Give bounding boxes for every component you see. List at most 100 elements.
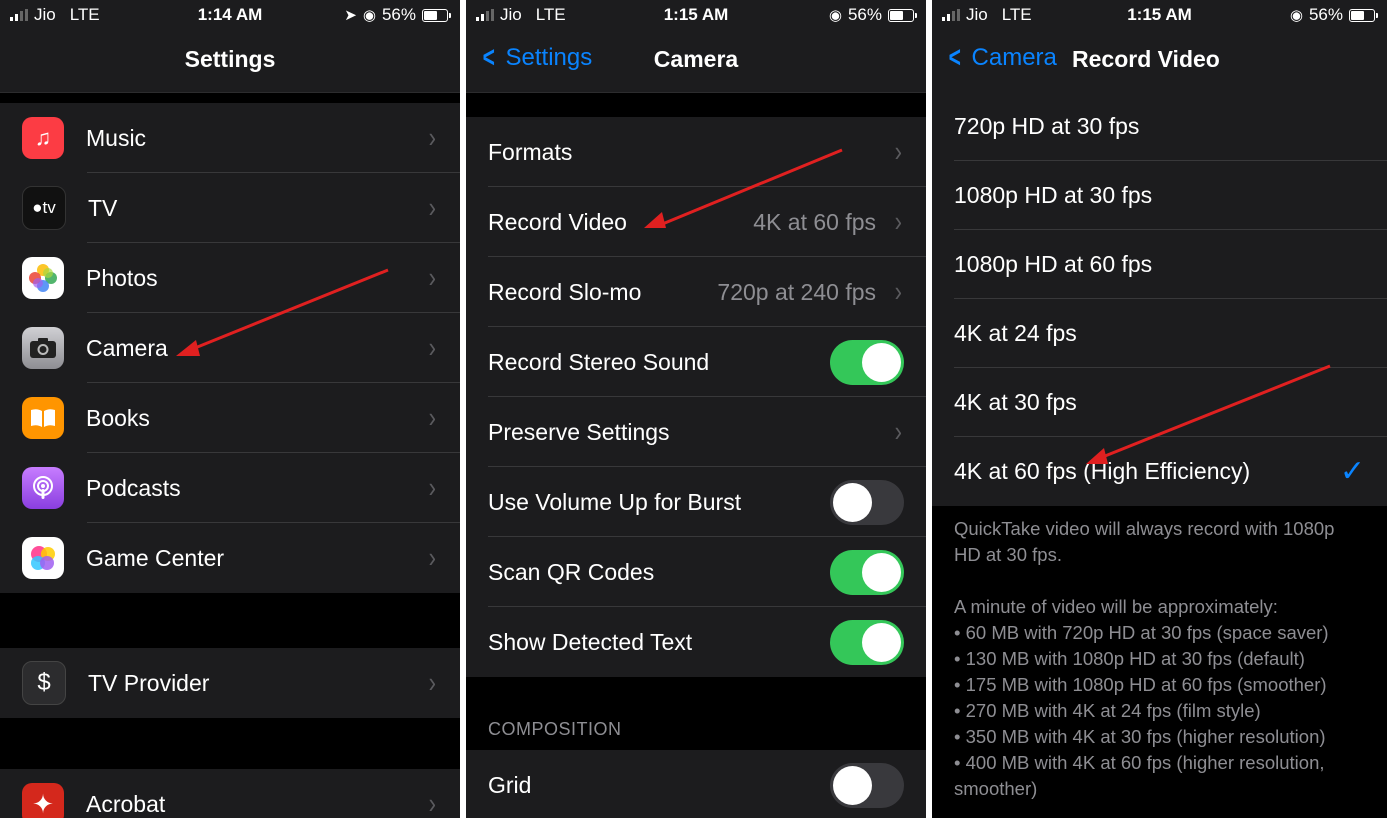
rotation-lock-icon: ◉ (1289, 7, 1303, 24)
apple-tv-icon: ●tv (22, 186, 66, 230)
chevron-right-icon: › (428, 471, 436, 504)
row-label: Record Stereo Sound (488, 348, 710, 375)
chevron-left-icon: < (948, 41, 961, 74)
volume-burst-toggle[interactable] (830, 479, 904, 525)
chevron-right-icon: › (428, 331, 436, 364)
stereo-sound-toggle[interactable] (830, 339, 904, 385)
quicktake-note: QuickTake video will always record with … (954, 518, 1335, 565)
nav-bar: Record Video < Camera (932, 30, 1387, 93)
option-label: 4K at 24 fps (954, 320, 1077, 346)
settings-item-label: Photos (86, 264, 158, 291)
camera-row-detected-text: Show Detected Text (466, 607, 926, 677)
settings-item-label: Acrobat (86, 790, 166, 817)
row-label: Record Video (488, 208, 627, 235)
rotation-lock-icon: ◉ (828, 7, 842, 24)
size-line: • 130 MB with 1080p HD at 30 fps (defaul… (954, 648, 1305, 669)
video-option-selected[interactable]: 4K at 60 fps (High Efficiency) ✓ (932, 437, 1387, 506)
settings-item-photos[interactable]: Photos › (0, 243, 460, 313)
video-format-list: 720p HD at 30 fps 1080p HD at 30 fps 108… (932, 92, 1387, 506)
camera-row-formats[interactable]: Formats › (466, 117, 926, 187)
section-header-composition: COMPOSITION (488, 719, 622, 739)
settings-item-tv[interactable]: ●tv TV › (0, 173, 460, 243)
video-option[interactable]: 1080p HD at 30 fps (932, 161, 1387, 230)
option-label: 1080p HD at 30 fps (954, 182, 1153, 208)
chevron-right-icon: › (428, 191, 436, 224)
row-label: Show Detected Text (488, 628, 693, 655)
camera-row-scan-qr: Scan QR Codes (466, 537, 926, 607)
chevron-left-icon: < (482, 41, 495, 74)
option-label: 4K at 30 fps (954, 389, 1077, 415)
location-icon: ➤ (344, 7, 357, 24)
row-label: Record Slo-mo (488, 278, 642, 305)
camera-row-preserve-settings[interactable]: Preserve Settings › (466, 397, 926, 467)
nav-bar: Settings (0, 30, 460, 93)
back-button[interactable]: < Camera (946, 41, 1057, 74)
chevron-right-icon: › (428, 787, 436, 818)
settings-item-label: Game Center (86, 544, 225, 571)
camera-settings-screen: Jio LTE 1:15 AM ◉ 56% Camera < Settings … (466, 0, 926, 818)
page-title: Record Video (1072, 46, 1220, 72)
settings-list-provider: $ TV Provider › (0, 648, 460, 718)
chevron-right-icon: › (428, 121, 436, 154)
settings-item-acrobat[interactable]: ✦ Acrobat › (0, 769, 460, 818)
grid-toggle[interactable] (830, 762, 904, 808)
settings-item-label: TV (88, 194, 118, 221)
size-line: • 400 MB with 4K at 60 fps (higher resol… (954, 752, 1325, 799)
settings-screen: Jio LTE 1:14 AM ➤ ◉ 56% Settings ♫ Music… (0, 0, 460, 818)
row-label: Grid (488, 771, 532, 798)
option-label: 720p HD at 30 fps (954, 113, 1140, 139)
camera-row-record-slomo[interactable]: Record Slo-mo 720p at 240 fps › (466, 257, 926, 327)
battery-percent: 56% (1308, 5, 1343, 24)
video-option[interactable]: 1080p HD at 60 fps (932, 230, 1387, 299)
chevron-right-icon: › (428, 666, 436, 699)
settings-item-label: Podcasts (86, 474, 181, 501)
battery-icon (888, 8, 917, 22)
camera-icon (22, 327, 64, 369)
settings-item-label: Books (86, 404, 150, 431)
back-label: Camera (971, 44, 1057, 71)
video-option[interactable]: 720p HD at 30 fps (932, 92, 1387, 161)
status-bar: Jio LTE 1:15 AM ◉ 56% (466, 0, 926, 30)
settings-item-music[interactable]: ♫ Music › (0, 103, 460, 173)
size-info: A minute of video will be approximately:… (954, 594, 1361, 802)
podcasts-icon (22, 467, 64, 509)
acrobat-icon: ✦ (22, 783, 64, 818)
size-line: • 350 MB with 4K at 30 fps (higher resol… (954, 726, 1326, 747)
chevron-right-icon: › (894, 205, 902, 238)
record-video-screen: Jio LTE 1:15 AM ◉ 56% Record Video < Cam… (932, 0, 1387, 818)
settings-item-game-center[interactable]: Game Center › (0, 523, 460, 593)
battery-icon (422, 8, 451, 22)
status-bar: Jio LTE 1:14 AM ➤ ◉ 56% (0, 0, 460, 30)
size-line: • 270 MB with 4K at 24 fps (film style) (954, 700, 1261, 721)
battery-percent: 56% (381, 5, 416, 24)
photos-icon (22, 257, 64, 299)
chevron-right-icon: › (894, 135, 902, 168)
video-option[interactable]: 4K at 24 fps (932, 299, 1387, 368)
settings-list-apps: ✦ Acrobat › (0, 769, 460, 818)
camera-row-grid: Grid (466, 750, 926, 818)
camera-row-record-video[interactable]: Record Video 4K at 60 fps › (466, 187, 926, 257)
detected-text-toggle[interactable] (830, 619, 904, 665)
size-intro: A minute of video will be approximately: (954, 596, 1278, 617)
battery-percent: 56% (847, 5, 882, 24)
back-label: Settings (505, 44, 593, 71)
chevron-right-icon: › (894, 275, 902, 308)
size-line: • 60 MB with 720p HD at 30 fps (space sa… (954, 622, 1329, 643)
chevron-right-icon: › (428, 541, 436, 574)
row-value: 4K at 60 fps (753, 208, 876, 235)
settings-list: ♫ Music › ●tv TV › Photos › Camera › Boo… (0, 103, 460, 593)
settings-item-podcasts[interactable]: Podcasts › (0, 453, 460, 523)
settings-item-tv-provider[interactable]: $ TV Provider › (0, 648, 460, 718)
music-icon: ♫ (22, 117, 64, 159)
row-value: 720p at 240 fps (717, 278, 876, 305)
settings-item-books[interactable]: Books › (0, 383, 460, 453)
books-icon (22, 397, 64, 439)
camera-options-list: Formats › Record Video 4K at 60 fps › Re… (466, 117, 926, 677)
settings-item-camera[interactable]: Camera › (0, 313, 460, 383)
scan-qr-toggle[interactable] (830, 549, 904, 595)
back-button[interactable]: < Settings (480, 41, 593, 74)
checkmark-icon: ✓ (1339, 455, 1365, 488)
video-option[interactable]: 4K at 30 fps (932, 368, 1387, 437)
nav-bar: Camera < Settings (466, 30, 926, 93)
chevron-right-icon: › (428, 401, 436, 434)
